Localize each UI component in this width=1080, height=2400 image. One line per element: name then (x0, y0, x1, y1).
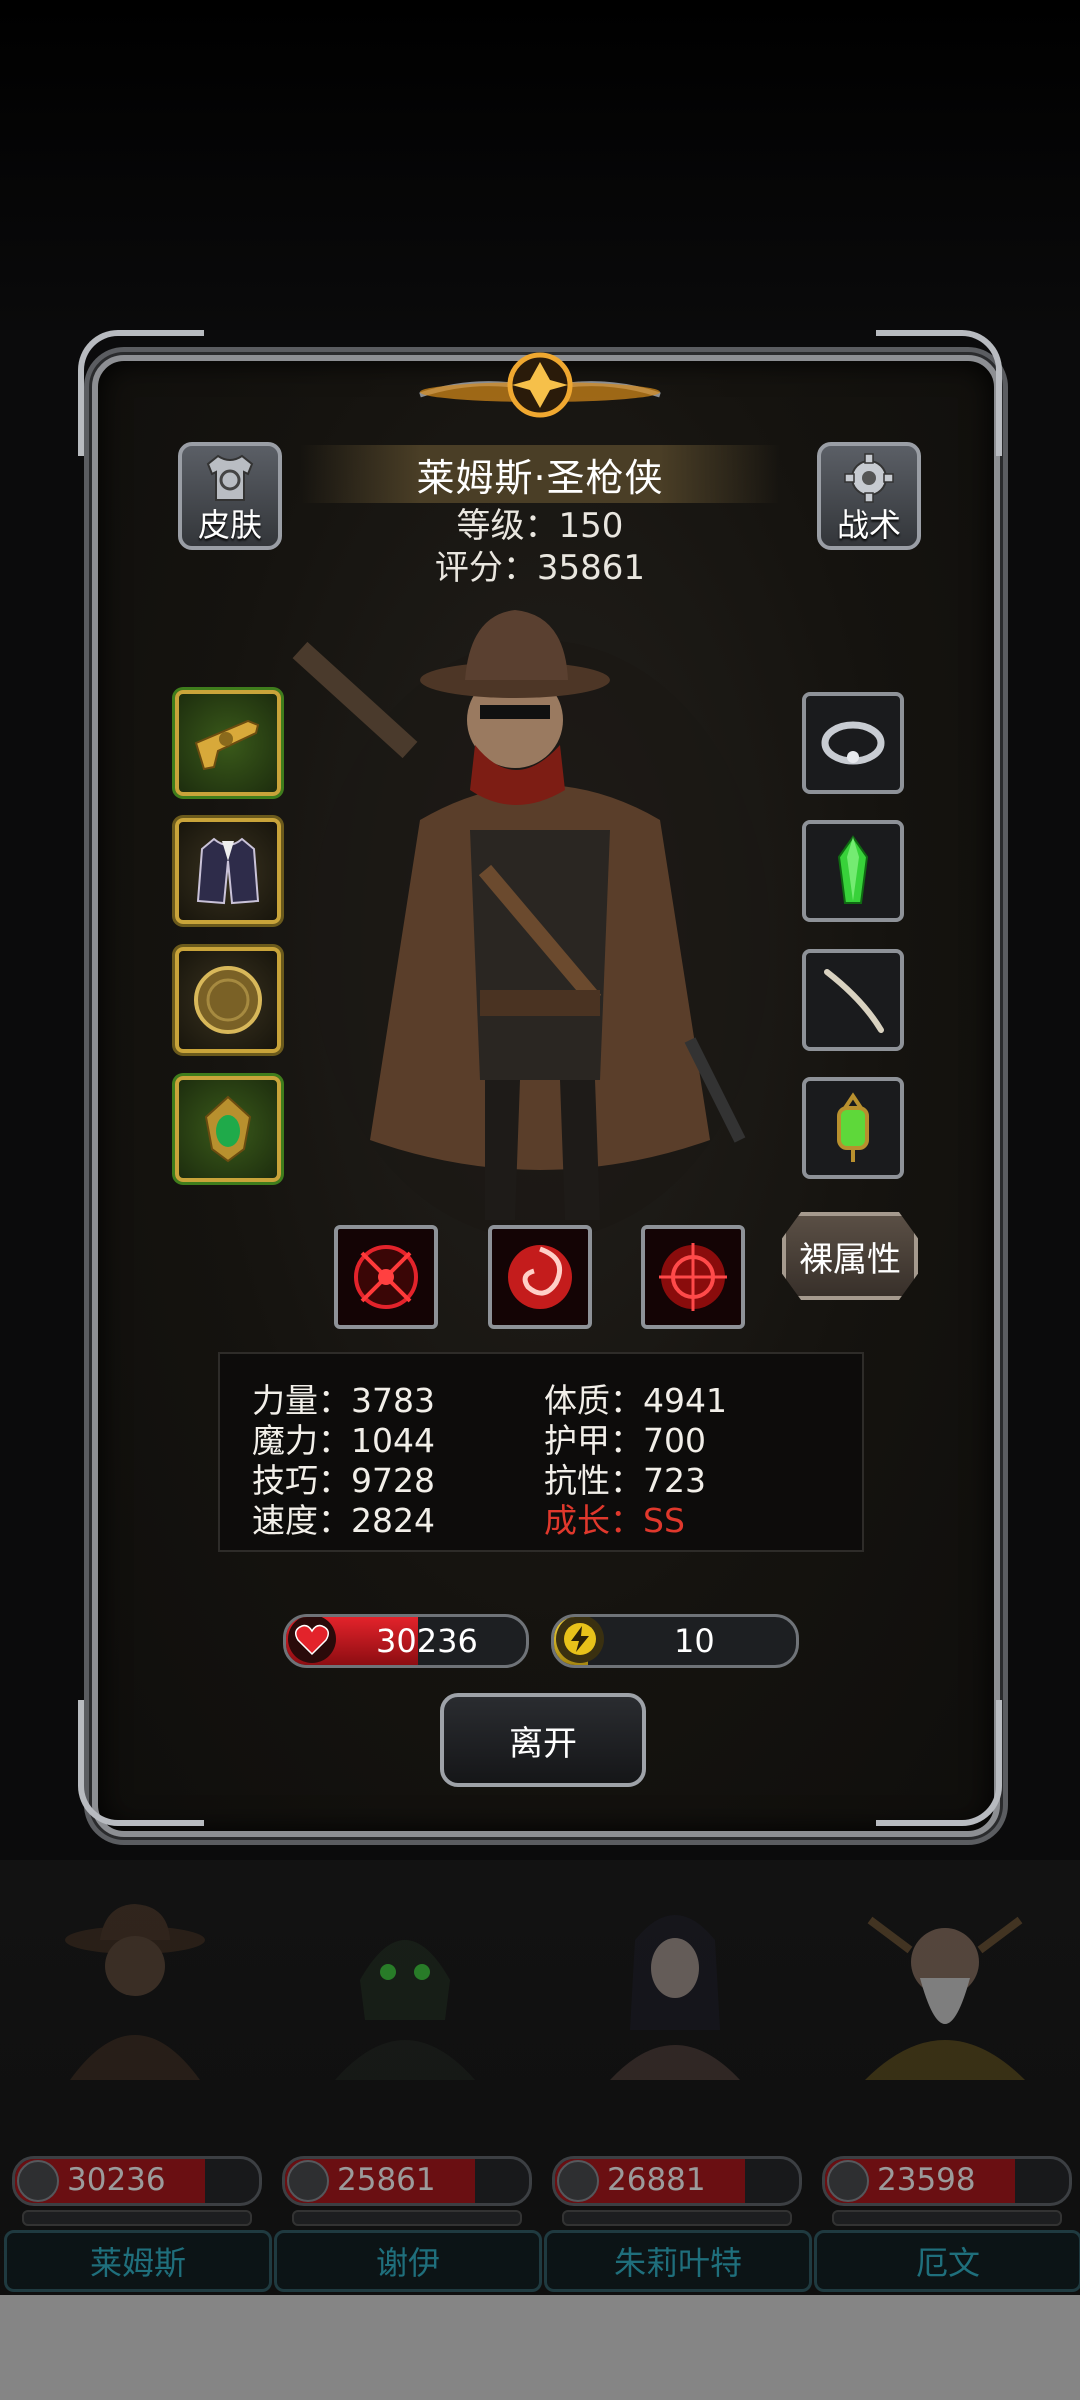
leave-button[interactable]: 离开 (440, 1693, 646, 1787)
hero-name-banner: 莱姆斯·圣枪侠 (300, 445, 780, 503)
equip-slot-wand[interactable] (802, 949, 904, 1051)
golden-revolver-icon (194, 719, 260, 771)
panel-ornament-bottom-left (78, 1700, 204, 1826)
energy-value: 10 (674, 1622, 715, 1660)
roster-power-bar: 23598 (822, 2156, 1072, 2206)
equip-slot-ring[interactable] (802, 692, 904, 794)
roster-card[interactable]: 23598 厄文 (810, 1860, 1080, 2300)
panel-ornament-top-right (876, 330, 1002, 456)
panel-ornament-top-left (78, 330, 204, 456)
emerald-amulet-icon (204, 1095, 252, 1163)
panel-crest-emblem (419, 352, 661, 418)
roster-exp-bar (22, 2210, 252, 2226)
tactics-button-label: 战术 (836, 506, 901, 544)
bottom-edge (0, 2295, 1080, 2400)
roster-power-value: 26881 (607, 2162, 706, 2198)
roster-power-value: 30236 (67, 2162, 166, 2198)
roster-power-bar: 30236 (12, 2156, 262, 2206)
sword-badge-icon (557, 2160, 599, 2202)
crosshair-skill-icon (354, 1245, 418, 1309)
roster-exp-bar (562, 2210, 792, 2226)
stat-speed: 速度：2824 (252, 1501, 435, 1540)
green-lantern-icon (837, 1092, 869, 1162)
top-background (0, 0, 1080, 330)
hero-thumbnail-druid (865, 1916, 1025, 2080)
stats-panel: 力量：3783 体质：4941 魔力：1044 护甲：700 技巧：9728 抗… (218, 1352, 864, 1552)
roster-exp-bar (832, 2210, 1062, 2226)
roster-card[interactable]: 26881 朱莉叶特 (540, 1860, 812, 2300)
roster-name: 厄文 (814, 2230, 1080, 2292)
red-swirl-skill-icon (508, 1245, 572, 1309)
roster-power-value: 25861 (337, 2162, 436, 2198)
roster-name: 莱姆斯 (4, 2230, 272, 2292)
roster-power-bar: 25861 (282, 2156, 532, 2206)
stat-growth: 成长：SS (544, 1501, 685, 1540)
panel-ornament-bottom-right (876, 1700, 1002, 1826)
lightning-icon (556, 1617, 604, 1663)
tactics-button[interactable]: 战术 (817, 442, 921, 550)
round-shield-icon (194, 966, 262, 1034)
hero-thumbnail-gunslinger (65, 1904, 205, 2080)
roster-name: 朱莉叶特 (544, 2230, 812, 2292)
skin-button-label: 皮肤 (197, 506, 262, 544)
gear-icon (844, 453, 894, 503)
roster-name: 谢伊 (274, 2230, 542, 2292)
shirt-refresh-icon (206, 454, 254, 501)
base-attributes-button[interactable]: 裸属性 (782, 1212, 918, 1300)
roster-card[interactable]: 25861 谢伊 (270, 1860, 542, 2300)
skill-slot-2[interactable] (488, 1225, 592, 1329)
hero-thumbnail-nun (610, 1915, 740, 2080)
sword-badge-icon (17, 2160, 59, 2202)
roster-power-value: 23598 (877, 2162, 976, 2198)
equip-slot-amulet[interactable] (175, 1076, 281, 1182)
heart-icon (288, 1617, 336, 1663)
sword-badge-icon (827, 2160, 869, 2202)
red-target-skill-icon (659, 1243, 727, 1311)
energy-bar: 10 (551, 1614, 799, 1668)
skill-slot-3[interactable] (641, 1225, 745, 1329)
hero-portrait (292, 610, 770, 1240)
equip-slot-crystal[interactable] (802, 820, 904, 922)
coat-armor-icon (196, 837, 260, 905)
skill-slot-1[interactable] (334, 1225, 438, 1329)
roster-card[interactable]: 30236 莱姆斯 (0, 1860, 272, 2300)
roster-exp-bar (292, 2210, 522, 2226)
skin-button[interactable]: 皮肤 (178, 442, 282, 550)
hp-bar: 30236 (283, 1614, 529, 1668)
equip-slot-weapon[interactable] (175, 690, 281, 796)
green-crystal-icon (837, 835, 869, 904)
silver-ring-icon (821, 721, 885, 765)
equip-slot-shield[interactable] (175, 947, 281, 1053)
sword-badge-icon (287, 2160, 329, 2202)
hero-thumbnail-plague-doctor (335, 1940, 475, 2080)
roster-power-bar: 26881 (552, 2156, 802, 2206)
equip-slot-armor[interactable] (175, 818, 281, 924)
bone-wand-icon (824, 969, 884, 1033)
equip-slot-lantern[interactable] (802, 1077, 904, 1179)
hp-value: 30236 (376, 1622, 478, 1660)
hero-roster: 30236 莱姆斯 25861 谢伊 26881 朱莉叶特 23598 厄文 (0, 1860, 1080, 2300)
hero-name: 莱姆斯·圣枪侠 (416, 455, 664, 500)
